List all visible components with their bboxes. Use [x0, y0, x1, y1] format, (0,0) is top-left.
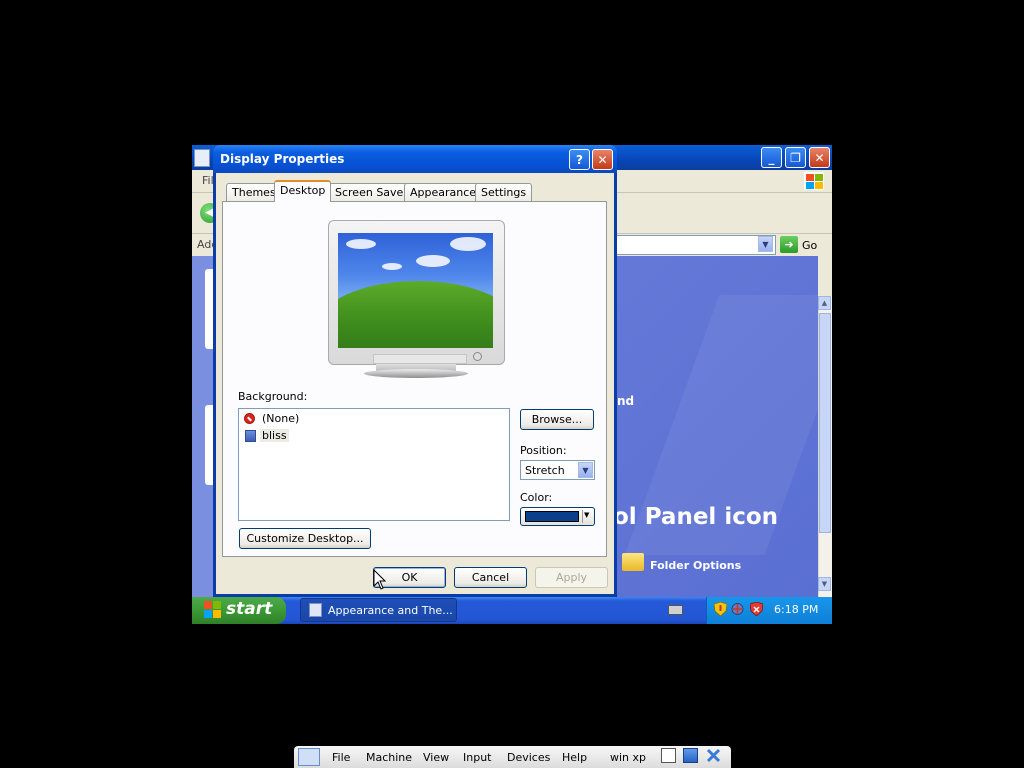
vm-menu-help[interactable]: Help — [562, 751, 587, 764]
vm-menu-devices[interactable]: Devices — [507, 751, 550, 764]
vm-menu-input[interactable]: Input — [463, 751, 491, 764]
list-item-label: (None) — [262, 412, 300, 425]
tab-appearance[interactable]: Appearance — [404, 183, 483, 202]
background-label: Background: — [238, 390, 308, 403]
image-file-icon — [245, 430, 256, 442]
background-listbox[interactable]: (None) bliss — [238, 408, 510, 521]
pick-task-text: nd — [617, 394, 635, 408]
vm-name: win xp — [610, 751, 647, 764]
mouse-cursor-icon — [373, 569, 386, 590]
position-value: Stretch — [525, 464, 565, 477]
close-vm-icon[interactable] — [706, 748, 721, 763]
control-panel-icon — [309, 603, 322, 617]
maximize-icon[interactable]: ❐ — [785, 147, 806, 168]
no-entry-icon — [244, 413, 255, 424]
control-panel-window-icon[interactable] — [194, 149, 210, 167]
tab-desktop[interactable]: Desktop — [274, 180, 332, 202]
address-input[interactable] — [592, 235, 776, 255]
scroll-thumb[interactable] — [819, 313, 831, 533]
folder-icon[interactable] — [622, 553, 644, 571]
apply-button[interactable]: Apply — [535, 567, 608, 588]
go-button[interactable]: Go — [802, 239, 817, 252]
usb-cable-icon[interactable] — [298, 748, 320, 766]
chevron-down-icon[interactable]: ▼ — [758, 236, 773, 252]
restore-window-icon[interactable] — [661, 748, 676, 763]
monitor-base — [364, 369, 468, 378]
vm-menu-view[interactable]: View — [423, 751, 449, 764]
tab-settings[interactable]: Settings — [475, 183, 533, 202]
scroll-up-icon[interactable]: ▲ — [818, 296, 831, 310]
wallpaper-preview — [338, 233, 493, 348]
help-icon[interactable]: ? — [569, 149, 590, 170]
color-swatch — [525, 511, 579, 522]
clock[interactable]: 6:18 PM — [774, 603, 818, 616]
windows-logo-icon — [204, 601, 222, 619]
position-label: Position: — [520, 444, 567, 457]
position-select[interactable]: Stretch ▼ — [520, 460, 595, 480]
customize-desktop-button[interactable]: Customize Desktop... — [239, 528, 371, 549]
browse-button[interactable]: Browse... — [520, 409, 594, 430]
folder-options-link[interactable]: Folder Options — [650, 559, 741, 572]
network-icon[interactable] — [731, 602, 744, 616]
pick-control-panel-heading: ol Panel icon — [613, 504, 779, 530]
fullscreen-icon[interactable] — [683, 748, 698, 763]
dialog-title: Display Properties — [220, 152, 345, 166]
vm-menu-machine[interactable]: Machine — [366, 751, 412, 764]
start-label[interactable]: start — [226, 599, 272, 619]
go-arrow-icon[interactable]: ➔ — [780, 236, 798, 253]
dialog-close-icon[interactable]: ✕ — [592, 149, 613, 170]
menu-file[interactable]: Fil — [202, 174, 214, 187]
windows-logo-icon — [804, 172, 824, 190]
scroll-down-icon[interactable]: ▼ — [818, 577, 831, 591]
tab-screen-saver[interactable]: Screen Saver — [329, 183, 414, 202]
list-item-label: bliss — [260, 429, 289, 442]
close-icon[interactable]: ✕ — [809, 147, 830, 168]
minimize-icon[interactable]: _ — [761, 147, 782, 168]
chevron-down-icon: ▼ — [584, 511, 590, 519]
cancel-button[interactable]: Cancel — [454, 567, 527, 588]
security-shield-icon[interactable] — [714, 602, 727, 616]
monitor-grille — [373, 354, 467, 364]
vm-menu-file[interactable]: File — [332, 751, 350, 764]
color-label: Color: — [520, 491, 553, 504]
color-picker-button[interactable]: ▼ — [520, 507, 595, 526]
security-alert-icon[interactable] — [750, 602, 763, 616]
power-button-icon — [473, 352, 482, 361]
taskbar-item-label: Appearance and The... — [328, 604, 453, 617]
divider — [582, 510, 583, 523]
chevron-down-icon[interactable]: ▼ — [578, 462, 593, 478]
keyboard-icon[interactable] — [668, 605, 683, 615]
